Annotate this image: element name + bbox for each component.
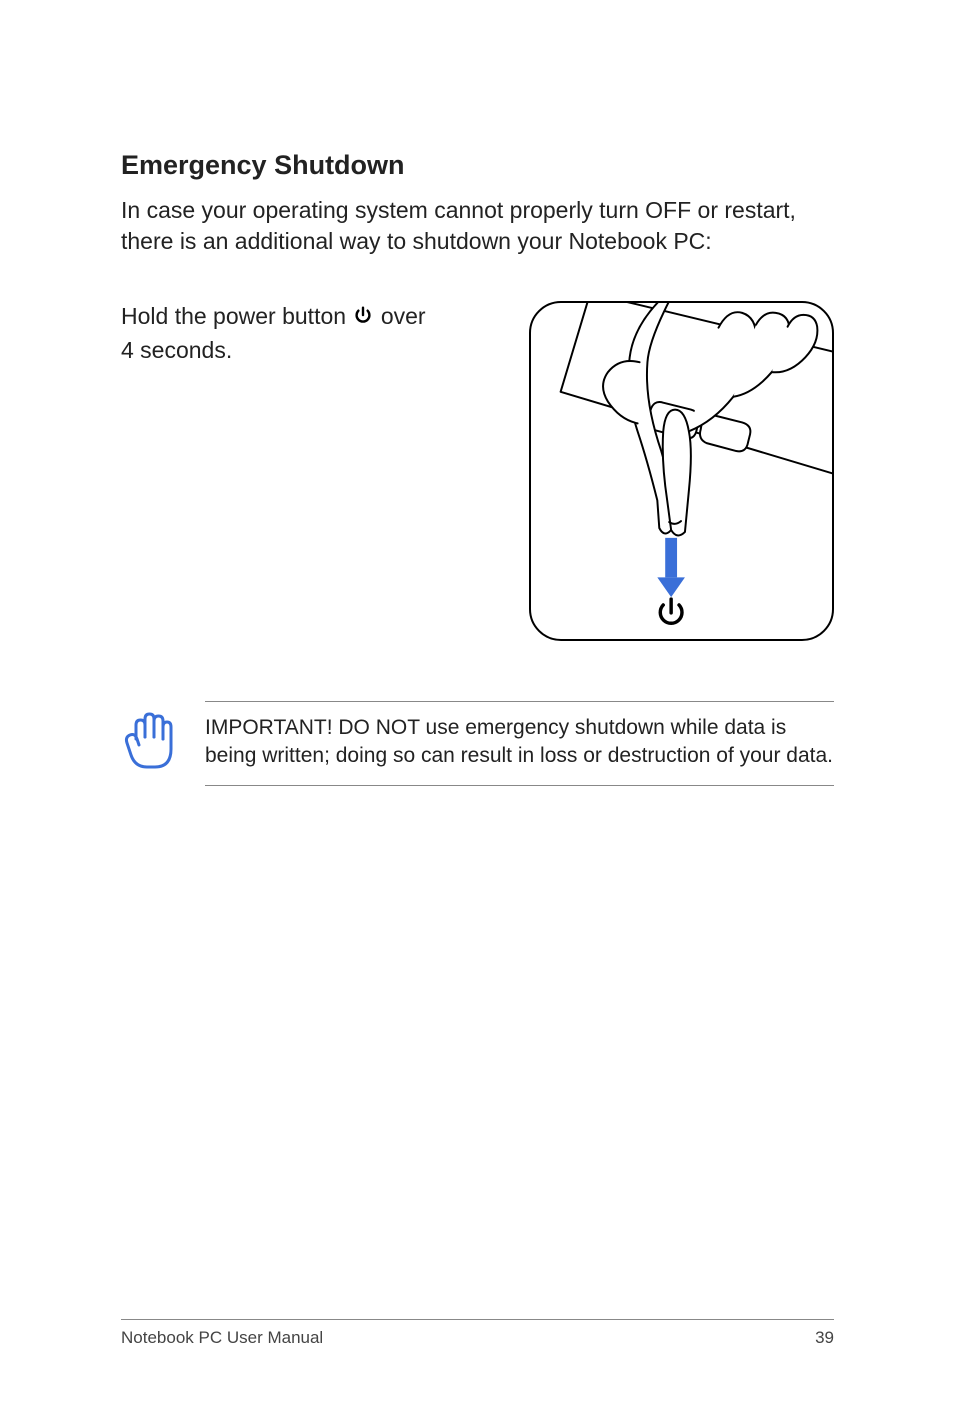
instruction-pre: Hold the power button: [121, 303, 352, 329]
section-heading: Emergency Shutdown: [121, 150, 834, 181]
footer-title: Notebook PC User Manual: [121, 1328, 323, 1348]
hand-pressing-button-illustration: [531, 303, 832, 639]
down-arrow-icon: [657, 538, 685, 597]
content-row: Hold the power button over 4 seconds.: [121, 301, 834, 641]
note-text: IMPORTANT! DO NOT use emergency shutdown…: [205, 714, 834, 771]
page-footer: Notebook PC User Manual 39: [121, 1319, 834, 1348]
note-text-container: IMPORTANT! DO NOT use emergency shutdown…: [205, 701, 834, 786]
instruction-text: Hold the power button over 4 seconds.: [121, 301, 433, 366]
power-icon: [660, 599, 682, 623]
intro-paragraph: In case your operating system cannot pro…: [121, 195, 834, 257]
stop-hand-icon: [121, 701, 177, 778]
power-icon: [352, 304, 374, 335]
page-container: Emergency Shutdown In case your operatin…: [0, 0, 954, 1418]
important-note: IMPORTANT! DO NOT use emergency shutdown…: [121, 701, 834, 786]
illustration: [529, 301, 834, 641]
page-number: 39: [815, 1328, 834, 1348]
